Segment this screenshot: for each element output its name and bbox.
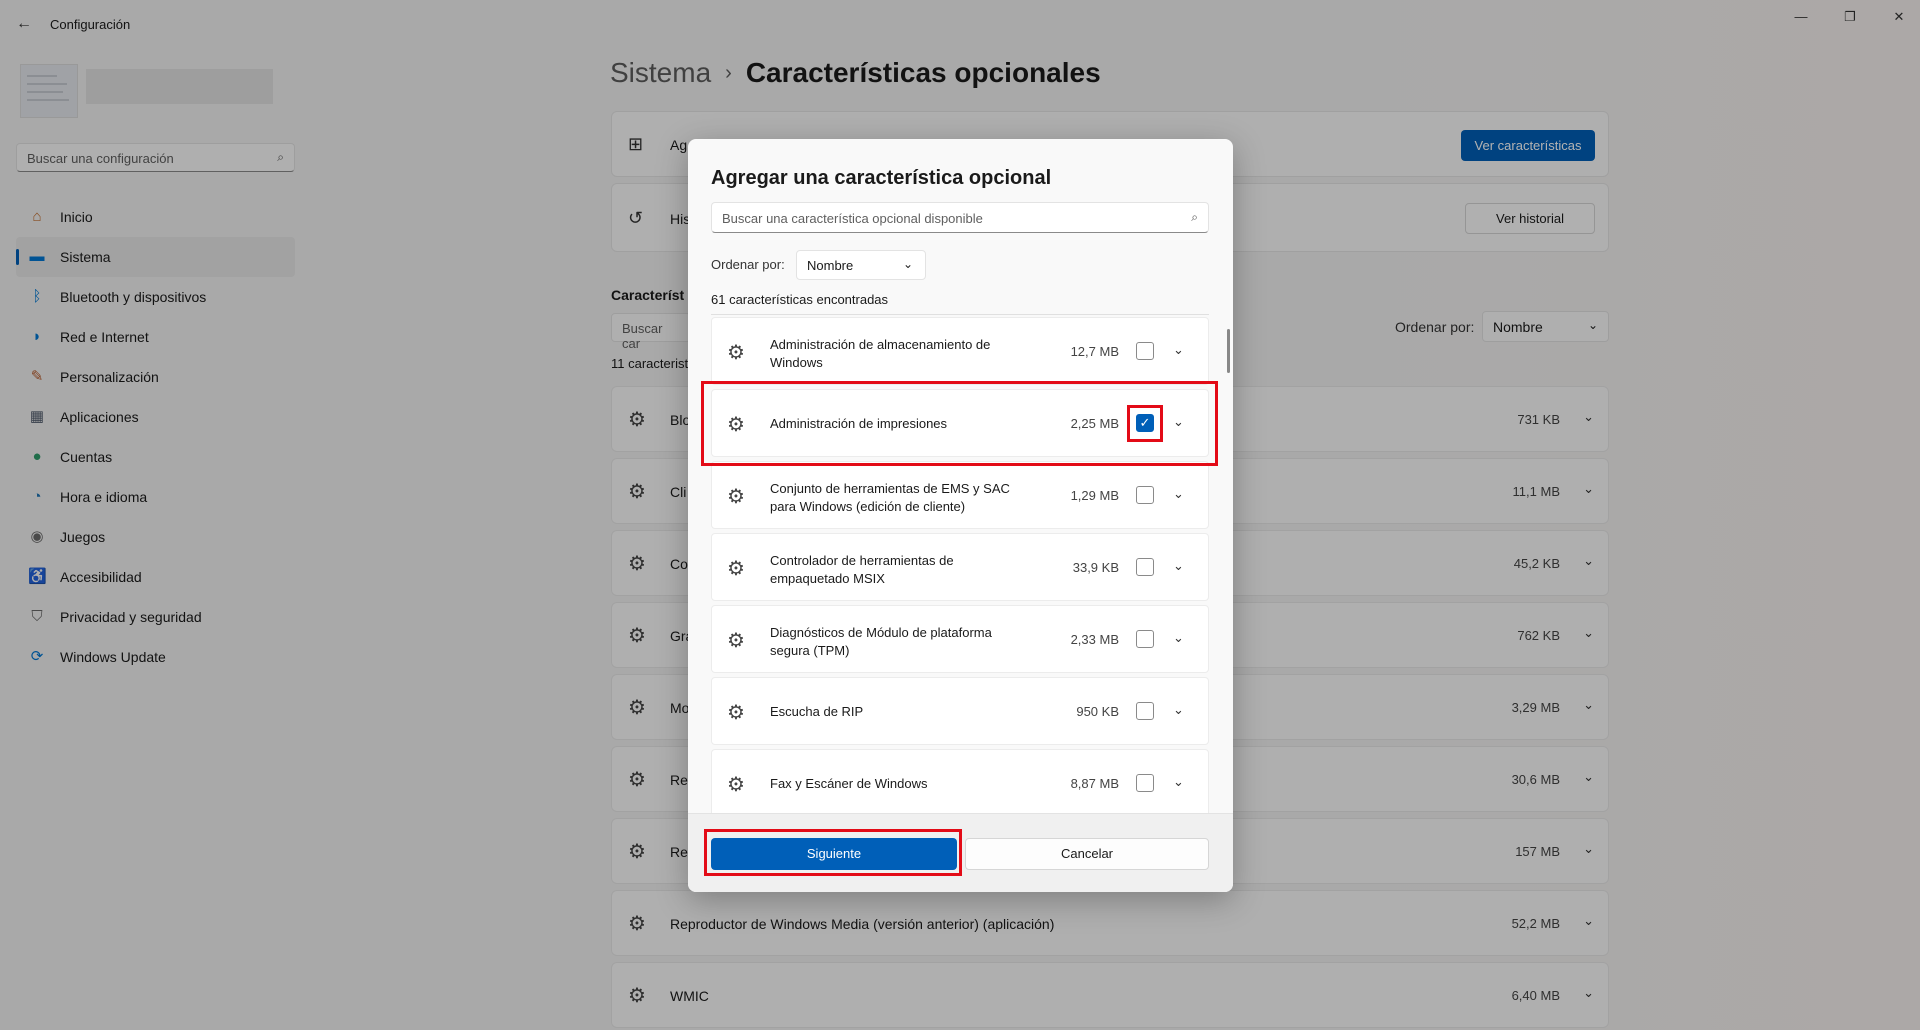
chevron-down-icon[interactable]: ⌄	[1173, 414, 1184, 430]
add-optional-feature-dialog: Agregar una característica opcional Busc…	[688, 139, 1233, 892]
feature-size: 950 KB	[1076, 704, 1119, 719]
feature-checkbox[interactable]: ✓	[1136, 414, 1154, 432]
feature-checkbox[interactable]	[1136, 702, 1154, 720]
chevron-down-icon[interactable]: ⌄	[1173, 558, 1184, 574]
feature-name: Controlador de herramientas de empaqueta…	[770, 553, 954, 586]
feature-checkbox[interactable]	[1136, 342, 1154, 360]
feature-name: Administración de impresiones	[770, 416, 948, 431]
available-feature-row[interactable]: ⚙ Controlador de herramientas de empaquet…	[711, 533, 1209, 601]
dialog-footer: Siguiente Cancelar	[688, 813, 1233, 892]
feature-checkbox[interactable]	[1136, 558, 1154, 576]
chevron-down-icon[interactable]: ⌄	[1173, 774, 1184, 790]
dialog-scrollbar[interactable]	[1227, 329, 1230, 373]
feature-size: 12,7 MB	[1070, 344, 1119, 359]
puzzle-gear-icon: ⚙	[727, 558, 745, 580]
available-feature-row[interactable]: ⚙ Administración de almacenamiento de Win…	[711, 317, 1209, 385]
feature-size: 1,29 MB	[1070, 488, 1119, 503]
dialog-search-placeholder: Buscar una característica opcional dispo…	[722, 211, 983, 226]
feature-size: 2,25 MB	[1070, 416, 1119, 431]
puzzle-gear-icon: ⚙	[727, 702, 745, 724]
feature-checkbox[interactable]	[1136, 630, 1154, 648]
available-features-list[interactable]: ⚙ Administración de almacenamiento de Win…	[711, 314, 1209, 892]
chevron-down-icon: ⌄	[902, 257, 913, 271]
feature-name: Fax y Escáner de Windows	[770, 776, 928, 791]
puzzle-gear-icon: ⚙	[727, 630, 745, 652]
dialog-title: Agregar una característica opcional	[711, 167, 1052, 189]
dialog-sort-dropdown[interactable]: Nombre ⌄	[796, 250, 926, 280]
dialog-sort-value: Nombre	[807, 258, 854, 273]
available-feature-row[interactable]: ⚙ Escucha de RIP 950 KB ⌄	[711, 677, 1209, 745]
puzzle-gear-icon: ⚙	[727, 342, 745, 364]
chevron-down-icon[interactable]: ⌄	[1173, 630, 1184, 646]
chevron-down-icon[interactable]: ⌄	[1173, 486, 1184, 502]
available-feature-row[interactable]: ⚙ Administración de impresiones 2,25 MB ✓ ⌄	[711, 389, 1209, 457]
puzzle-gear-icon: ⚙	[727, 414, 745, 436]
dialog-feature-count: 61 características encontradas	[711, 292, 889, 307]
puzzle-gear-icon: ⚙	[727, 774, 745, 796]
feature-name: Escucha de RIP	[770, 704, 864, 719]
feature-size: 2,33 MB	[1070, 632, 1119, 647]
feature-checkbox[interactable]	[1136, 486, 1154, 504]
chevron-down-icon[interactable]: ⌄	[1173, 702, 1184, 718]
next-button[interactable]: Siguiente	[711, 838, 957, 870]
search-icon: ⌕	[1191, 210, 1198, 224]
feature-size: 8,87 MB	[1070, 776, 1119, 791]
available-feature-row[interactable]: ⚙ Conjunto de herramientas de EMS y SAC p…	[711, 461, 1209, 529]
feature-name: Administración de almacenamiento de Wind…	[770, 337, 991, 370]
chevron-down-icon[interactable]: ⌄	[1173, 342, 1184, 358]
dialog-search-input[interactable]: Buscar una característica opcional dispo…	[711, 202, 1209, 233]
feature-size: 33,9 KB	[1072, 560, 1119, 575]
dialog-sort-label: Ordenar por:	[711, 257, 785, 272]
feature-name: Conjunto de herramientas de EMS y SAC pa…	[770, 481, 1010, 514]
cancel-button[interactable]: Cancelar	[965, 838, 1209, 870]
puzzle-gear-icon: ⚙	[727, 486, 745, 508]
available-feature-row[interactable]: ⚙ Fax y Escáner de Windows 8,87 MB ⌄	[711, 749, 1209, 817]
feature-checkbox[interactable]	[1136, 774, 1154, 792]
feature-name: Diagnósticos de Módulo de plataforma seg…	[770, 625, 992, 658]
available-feature-row[interactable]: ⚙ Diagnósticos de Módulo de plataforma se…	[711, 605, 1209, 673]
